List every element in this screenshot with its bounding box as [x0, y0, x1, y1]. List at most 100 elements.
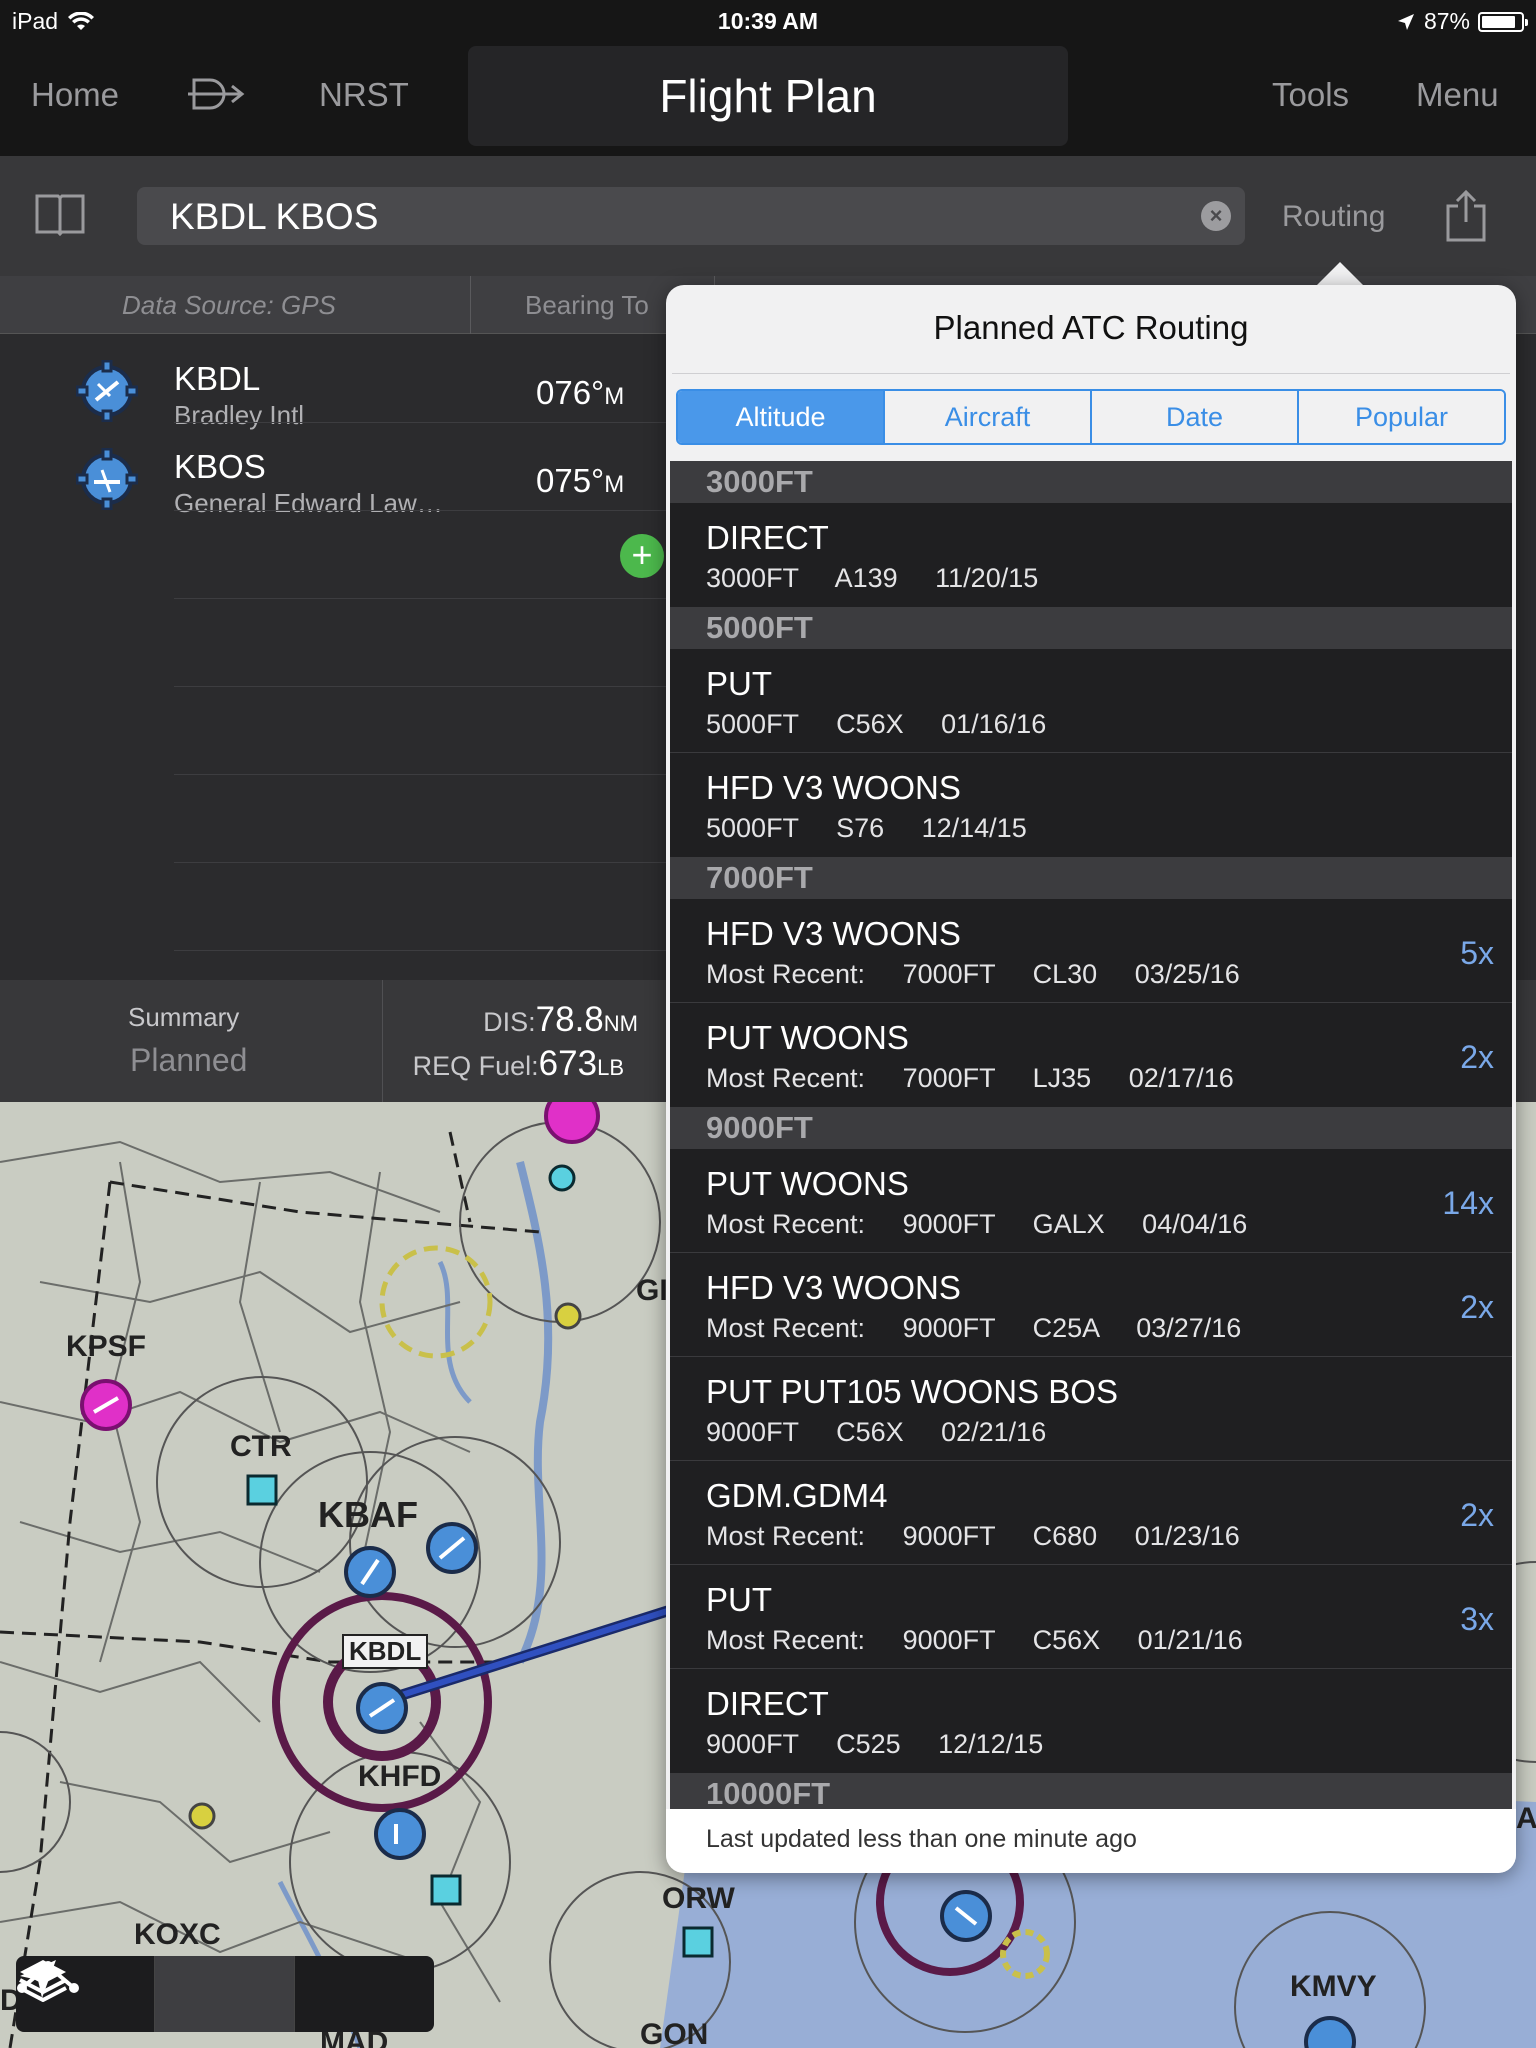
altitude-section-header: 7000FT: [670, 857, 1512, 899]
status-bar: iPad 10:39 AM 87%: [0, 0, 1536, 40]
route-meta: Most Recent: 9000FT GALX 04/04/16: [706, 1209, 1248, 1239]
route-entry-bar: KBDL KBOS × Routing: [0, 156, 1536, 276]
track-up-button[interactable]: [20, 1956, 434, 2032]
route-meta: Most Recent: 7000FT LJ35 02/17/16: [706, 1063, 1234, 1093]
route-row[interactable]: PUT PUT105 WOONS BOS 9000FT C56X 02/21/1…: [670, 1357, 1512, 1461]
route-meta: Most Recent: 9000FT C680 01/23/16: [706, 1521, 1240, 1551]
summary-state[interactable]: Planned: [130, 1042, 247, 1079]
tools-button[interactable]: Tools: [1272, 76, 1349, 114]
map-label: GI: [636, 1274, 668, 1307]
popover-title: Planned ATC Routing: [933, 309, 1249, 346]
map-label: GON: [640, 2018, 709, 2048]
waypoint-row[interactable]: KBOS General Edward Law… 075°M: [0, 434, 700, 522]
waypoint-name: General Edward Law…: [174, 488, 443, 518]
airport-marker[interactable]: [426, 1522, 478, 1574]
waypoint-bearing: 075°M: [536, 462, 625, 499]
airport-marker[interactable]: [940, 1890, 992, 1942]
route-input[interactable]: KBDL KBOS ×: [137, 187, 1245, 245]
route-row[interactable]: PUT Most Recent: 9000FT C56X 01/21/16 3x: [670, 1565, 1512, 1669]
tab-aircraft[interactable]: Aircraft: [885, 391, 1092, 443]
nav-bar: Home NRST Flight Plan Tools Menu: [0, 40, 1536, 156]
route-row[interactable]: HFD V3 WOONS Most Recent: 7000FT CL30 03…: [670, 899, 1512, 1003]
route-text: DIRECT: [706, 519, 829, 556]
home-button[interactable]: Home: [31, 76, 119, 114]
route-input-value[interactable]: KBDL KBOS: [170, 196, 378, 238]
route-text: PUT: [706, 1581, 772, 1618]
airport-marker[interactable]: [356, 1682, 408, 1734]
route-text: HFD V3 WOONS: [706, 915, 961, 952]
route-row[interactable]: DIRECT 9000FT C525 12/12/15: [670, 1669, 1512, 1773]
route-list[interactable]: 3000FT DIRECT 3000FT A139 11/20/15 5000F…: [670, 461, 1512, 1809]
map-label: KPSF: [66, 1330, 147, 1363]
route-text: DIRECT: [706, 1685, 829, 1722]
menu-button[interactable]: Menu: [1416, 76, 1499, 114]
popover-arrow: [1316, 262, 1364, 286]
waypoint-bearing: 076°M: [536, 374, 625, 411]
route-text: GDM.GDM4: [706, 1477, 888, 1514]
route-count-badge: 2x: [1460, 1039, 1494, 1075]
airport-icon: [76, 360, 138, 422]
route-edit-button[interactable]: [17, 1956, 295, 2032]
route-meta: Most Recent: 7000FT CL30 03/25/16: [706, 959, 1240, 989]
route-row[interactable]: GDM.GDM4 Most Recent: 9000FT C680 01/23/…: [670, 1461, 1512, 1565]
route-count-badge: 3x: [1460, 1601, 1494, 1637]
atc-routing-popover: Planned ATC Routing Altitude Aircraft Da…: [666, 285, 1516, 1873]
data-source-label[interactable]: Data Source: GPS: [122, 290, 336, 321]
route-text: PUT WOONS: [706, 1019, 909, 1056]
map-label: CTR: [230, 1430, 292, 1463]
map-label: KBDL: [342, 1634, 429, 1669]
map-toolbar: [16, 1956, 434, 2032]
airport-marker[interactable]: [1304, 2016, 1356, 2048]
direct-to-button[interactable]: [188, 74, 248, 122]
airport-marker[interactable]: [80, 1379, 132, 1431]
route-row[interactable]: PUT 5000FT C56X 01/16/16: [670, 649, 1512, 753]
tab-date[interactable]: Date: [1092, 391, 1299, 443]
book-icon[interactable]: [34, 192, 86, 236]
waypoint-name: Bradley Intl: [174, 400, 305, 430]
add-waypoint-button[interactable]: +: [620, 534, 664, 578]
altitude-section-header: 3000FT: [670, 461, 1512, 503]
airport-marker[interactable]: [544, 1102, 600, 1144]
route-text: PUT PUT105 WOONS BOS: [706, 1373, 1118, 1410]
last-updated-label: Last updated less than one minute ago: [706, 1825, 1137, 1853]
altitude-section-header: 9000FT: [670, 1107, 1512, 1149]
route-meta: Most Recent: 9000FT C56X 01/21/16: [706, 1625, 1243, 1655]
waypoint-row[interactable]: KBDL Bradley Intl 076°M: [0, 346, 700, 434]
nrst-button[interactable]: NRST: [319, 76, 409, 114]
map-label: KHFD: [358, 1760, 442, 1793]
airport-icon: [76, 448, 138, 510]
route-count-badge: 14x: [1442, 1185, 1494, 1221]
altitude-section-header: 5000FT: [670, 607, 1512, 649]
battery-percent: 87%: [1423, 8, 1470, 34]
airport-marker[interactable]: [344, 1546, 396, 1598]
route-text: HFD V3 WOONS: [706, 769, 961, 806]
waypoint-id: KBOS: [174, 448, 266, 485]
route-text: PUT WOONS: [706, 1165, 909, 1202]
route-text: HFD V3 WOONS: [706, 1269, 961, 1306]
route-meta: 9000FT C56X 02/21/16: [706, 1417, 1047, 1447]
navigation-arrow-icon: [20, 1960, 56, 1998]
summary-label[interactable]: Summary: [128, 1002, 239, 1033]
route-row[interactable]: PUT WOONS Most Recent: 9000FT GALX 04/04…: [670, 1149, 1512, 1253]
status-time: 10:39 AM: [717, 8, 819, 34]
route-meta: Most Recent: 9000FT C25A 03/27/16: [706, 1313, 1242, 1343]
route-meta: 5000FT C56X 01/16/16: [706, 709, 1047, 739]
bearing-column-label[interactable]: Bearing To: [525, 290, 649, 321]
route-meta: 3000FT A139 11/20/15: [706, 563, 1039, 593]
direct-to-icon: [188, 78, 245, 110]
route-row[interactable]: HFD V3 WOONS 5000FT S76 12/14/15: [670, 753, 1512, 857]
routing-button[interactable]: Routing: [1282, 200, 1385, 234]
route-row[interactable]: DIRECT 3000FT A139 11/20/15: [670, 503, 1512, 607]
tab-popular[interactable]: Popular: [1299, 391, 1504, 443]
airport-marker[interactable]: [374, 1808, 426, 1860]
clear-icon[interactable]: ×: [1201, 201, 1231, 231]
map-label: ORW: [662, 1882, 735, 1915]
tab-altitude[interactable]: Altitude: [678, 391, 885, 443]
route-row[interactable]: PUT WOONS Most Recent: 7000FT LJ35 02/17…: [670, 1003, 1512, 1107]
map-label: A: [1516, 1802, 1536, 1835]
page-title: Flight Plan: [468, 46, 1068, 146]
route-row[interactable]: HFD V3 WOONS Most Recent: 9000FT C25A 03…: [670, 1253, 1512, 1357]
share-icon[interactable]: [1444, 190, 1488, 242]
distance-readout: DIS:78.8NM: [483, 1000, 638, 1039]
map-label: KMVY: [1290, 1970, 1377, 2003]
